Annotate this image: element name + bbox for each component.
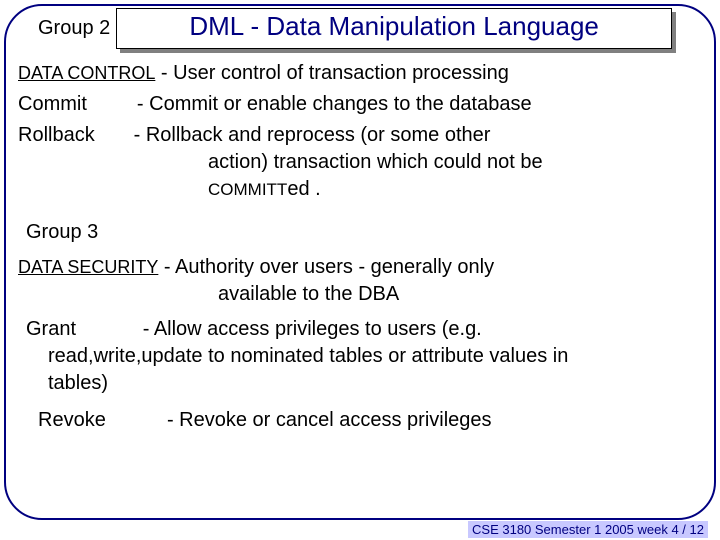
data-security-desc1: - Authority over users - generally only [158, 256, 494, 278]
rollback-line3: COMMITTed . [208, 177, 702, 202]
revoke-line: Revoke - Revoke or cancel access privile… [38, 408, 702, 433]
grant-desc3: tables) [48, 372, 108, 394]
rollback-desc3: ed . [287, 178, 320, 200]
group3-label: Group 3 [26, 220, 702, 245]
data-control-desc: - User control of transaction processing [155, 62, 509, 84]
grant-desc1: - Allow access privileges to users (e.g. [143, 318, 482, 340]
grant-label: Grant [26, 318, 76, 340]
commit-desc: - Commit or enable changes to the databa… [137, 93, 532, 115]
slide-footer: CSE 3180 Semester 1 2005 week 4 / 12 [468, 521, 708, 538]
commit-line: Commit - Commit or enable changes to the… [18, 92, 702, 117]
rollback-line2: action) transaction which could not be [208, 150, 702, 175]
revoke-label: Revoke [38, 409, 106, 431]
title-box: DML - Data Manipulation Language [116, 8, 672, 49]
grant-line3: tables) [48, 371, 702, 396]
commit-label: Commit [18, 93, 87, 115]
data-security-line2: available to the DBA [218, 282, 702, 307]
rollback-committed: COMMITT [208, 180, 287, 199]
grant-line2: read,write,update to nominated tables or… [48, 344, 702, 369]
data-control-line: DATA CONTROL - User control of transacti… [18, 61, 702, 86]
group2-label: Group 2 [38, 17, 110, 40]
title-row: Group 2 DML - Data Manipulation Language [18, 8, 702, 49]
slide-title: DML - Data Manipulation Language [189, 11, 599, 41]
slide-content: Group 2 DML - Data Manipulation Language… [18, 8, 702, 439]
rollback-line: Rollback - Rollback and reprocess (or so… [18, 123, 702, 148]
grant-desc2: read,write,update to nominated tables or… [48, 345, 568, 367]
data-security-line: DATA SECURITY - Authority over users - g… [18, 255, 702, 280]
revoke-desc: - Revoke or cancel access privileges [167, 409, 492, 431]
data-security-desc2: available to the DBA [218, 283, 399, 305]
grant-line: Grant - Allow access privileges to users… [26, 317, 702, 342]
rollback-desc2: action) transaction which could not be [208, 151, 543, 173]
data-control-label: DATA CONTROL [18, 63, 155, 83]
data-security-label: DATA SECURITY [18, 257, 158, 277]
rollback-label: Rollback [18, 124, 95, 146]
rollback-desc1: - Rollback and reprocess (or some other [134, 124, 491, 146]
